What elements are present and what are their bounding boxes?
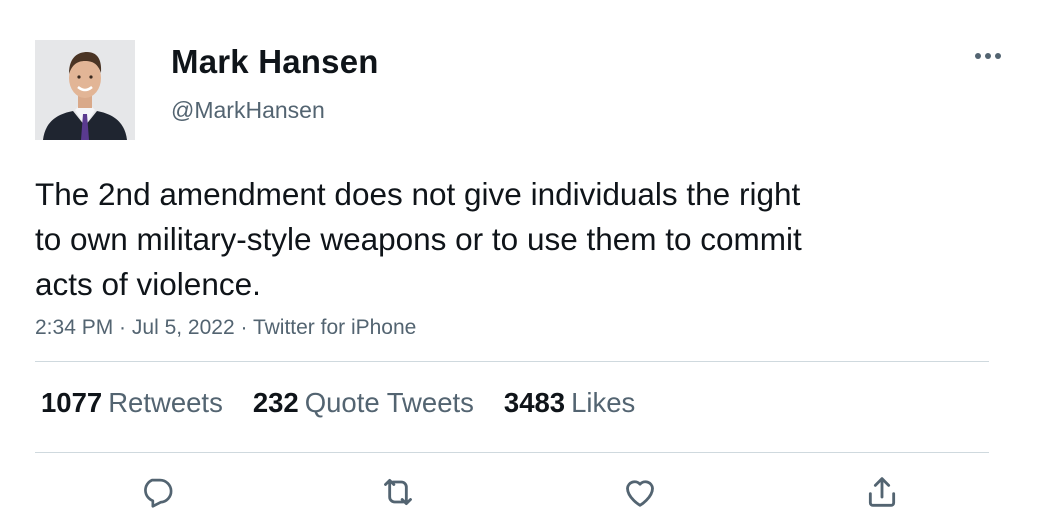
like-button[interactable] (618, 470, 662, 514)
likes-count: 3483 (503, 387, 566, 418)
tweet-stats: 1077 Retweets 232 Quote Tweets 3483 Likes (41, 387, 635, 419)
share-button[interactable] (860, 470, 904, 514)
tweet-date[interactable]: Jul 5, 2022 (132, 316, 235, 339)
author-handle[interactable]: @MarkHansen (171, 97, 325, 124)
retweet-button[interactable] (376, 470, 420, 514)
meta-separator: · (113, 316, 132, 339)
tweet-text: The 2nd amendment does not give individu… (35, 176, 802, 302)
retweets-label: Retweets (108, 387, 223, 418)
more-options-button[interactable] (970, 38, 1006, 74)
avatar-photo (35, 40, 135, 140)
share-icon (868, 477, 896, 507)
divider (35, 452, 989, 453)
tweet-meta: 2:34 PM · Jul 5, 2022 · Twitter for iPho… (35, 316, 416, 340)
tweet-source[interactable]: Twitter for iPhone (253, 316, 416, 339)
author-name[interactable]: Mark Hansen (171, 43, 379, 81)
likes-label: Likes (571, 387, 636, 418)
quote-tweets-count: 232 (252, 387, 299, 418)
quote-tweets-label: Quote Tweets (304, 387, 474, 418)
reply-icon (144, 478, 173, 508)
avatar[interactable] (35, 40, 135, 140)
likes-stat[interactable]: 3483 Likes (504, 387, 635, 419)
action-bar (0, 470, 1050, 520)
tweet-time[interactable]: 2:34 PM (35, 316, 113, 339)
retweet-icon (384, 478, 412, 506)
retweets-count: 1077 (41, 387, 103, 418)
divider (35, 361, 989, 362)
quote-tweets-stat[interactable]: 232 Quote Tweets (253, 387, 474, 419)
meta-separator: · (234, 316, 253, 339)
retweets-stat[interactable]: 1077 Retweets (41, 387, 223, 419)
reply-button[interactable] (134, 470, 178, 514)
more-icon (975, 53, 1001, 59)
heart-icon (626, 480, 654, 507)
